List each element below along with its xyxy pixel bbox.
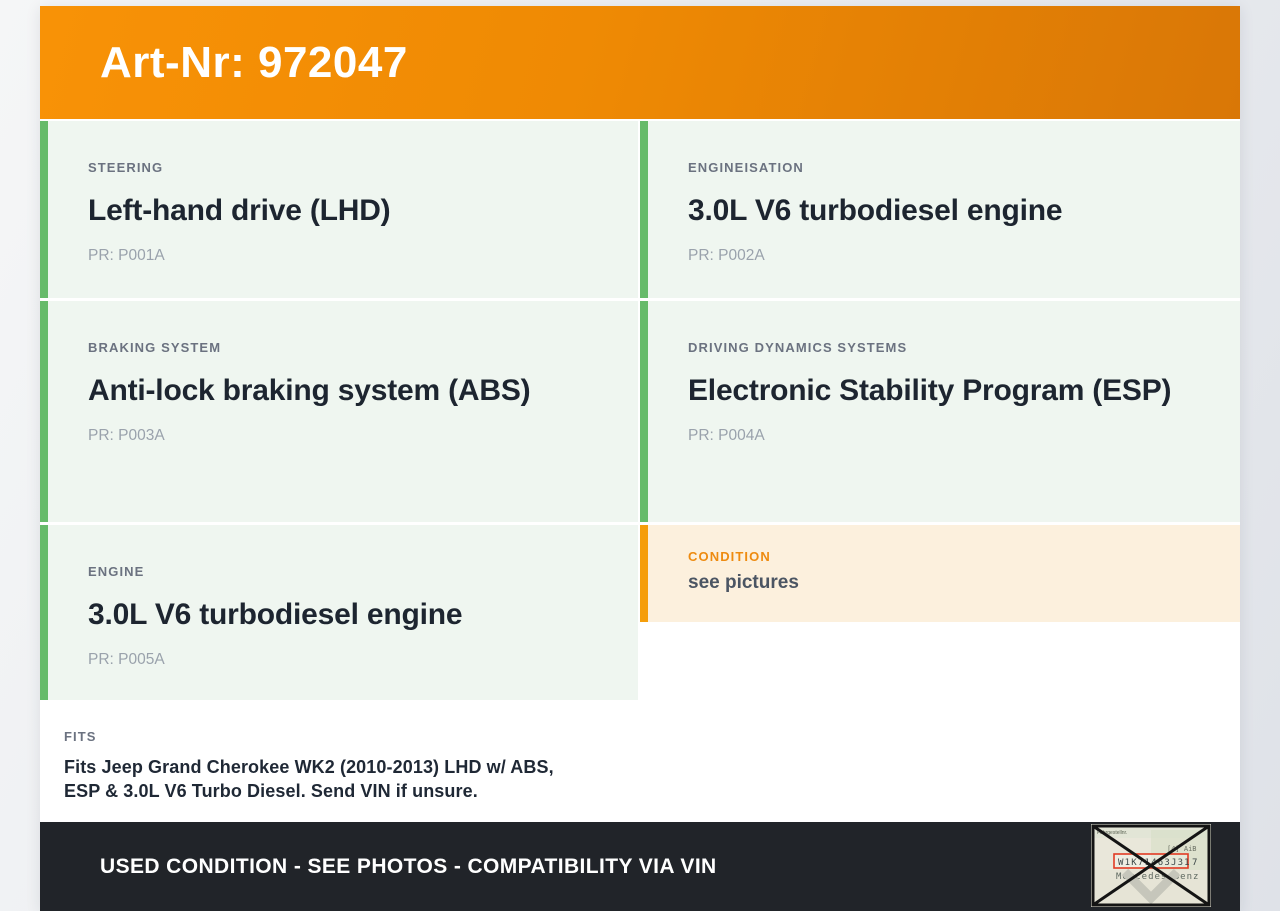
- spec-column-left: STEERING Left-hand drive (LHD) PR: P001A…: [40, 121, 638, 822]
- footer-banner: USED CONDITION - SEE PHOTOS - COMPATIBIL…: [40, 822, 1240, 911]
- spec-card-braking: BRAKING SYSTEM Anti-lock braking system …: [40, 301, 638, 522]
- spec-label: DRIVING DYNAMICS SYSTEMS: [688, 340, 908, 355]
- spec-column-right: ENGINEISATION 3.0L V6 turbodiesel engine…: [640, 121, 1240, 822]
- condition-card: CONDITION see pictures: [640, 525, 1240, 622]
- spec-pr-code: PR: P002A: [688, 247, 765, 264]
- spec-value: 3.0L V6 turbodiesel engine: [88, 598, 463, 631]
- spec-card-dynamics: DRIVING DYNAMICS SYSTEMS Electronic Stab…: [640, 301, 1240, 522]
- spec-pr-code: PR: P003A: [88, 427, 165, 444]
- article-number-title: Art-Nr: 972047: [100, 37, 408, 87]
- spec-label: BRAKING SYSTEM: [88, 340, 222, 355]
- spec-card-engine: ENGINE 3.0L V6 turbodiesel engine PR: P0…: [40, 525, 638, 700]
- spec-pr-code: PR: P005A: [88, 651, 165, 668]
- spec-value: Left-hand drive (LHD): [88, 194, 391, 227]
- fits-description: Fits Jeep Grand Cherokee WK2 (2010-2013)…: [64, 757, 554, 801]
- spec-value: 3.0L V6 turbodiesel engine: [688, 194, 1063, 227]
- spec-label: ENGINE: [88, 564, 145, 579]
- spec-pr-code: PR: P004A: [688, 427, 765, 444]
- footer-banner-text: USED CONDITION - SEE PHOTOS - COMPATIBIL…: [100, 854, 717, 878]
- spec-grid: STEERING Left-hand drive (LHD) PR: P001A…: [40, 119, 1240, 822]
- listing-card: Art-Nr: 972047 STEERING Left-hand drive …: [40, 6, 1240, 911]
- spec-value: Electronic Stability Program (ESP): [688, 374, 1172, 407]
- article-header: Art-Nr: 972047: [40, 6, 1240, 119]
- condition-value: see pictures: [688, 572, 799, 593]
- vin-document-envelope-icon: Fahrgestellnr. [4] AiB W1K71463J31 7 Mer…: [1091, 824, 1211, 907]
- spec-label: ENGINEISATION: [688, 160, 804, 175]
- spec-value: Anti-lock braking system (ABS): [88, 374, 531, 407]
- spec-pr-code: PR: P001A: [88, 247, 165, 264]
- spec-label: STEERING: [88, 160, 164, 175]
- fits-label: FITS: [64, 729, 97, 744]
- spec-card-steering: STEERING Left-hand drive (LHD) PR: P001A: [40, 121, 638, 298]
- condition-label: CONDITION: [688, 549, 771, 564]
- fits-card: FITS Fits Jeep Grand Cherokee WK2 (2010-…: [40, 703, 638, 822]
- empty-area: [640, 625, 1240, 822]
- vin-suffix: 7: [1192, 858, 1197, 868]
- spec-card-engineisation: ENGINEISATION 3.0L V6 turbodiesel engine…: [640, 121, 1240, 298]
